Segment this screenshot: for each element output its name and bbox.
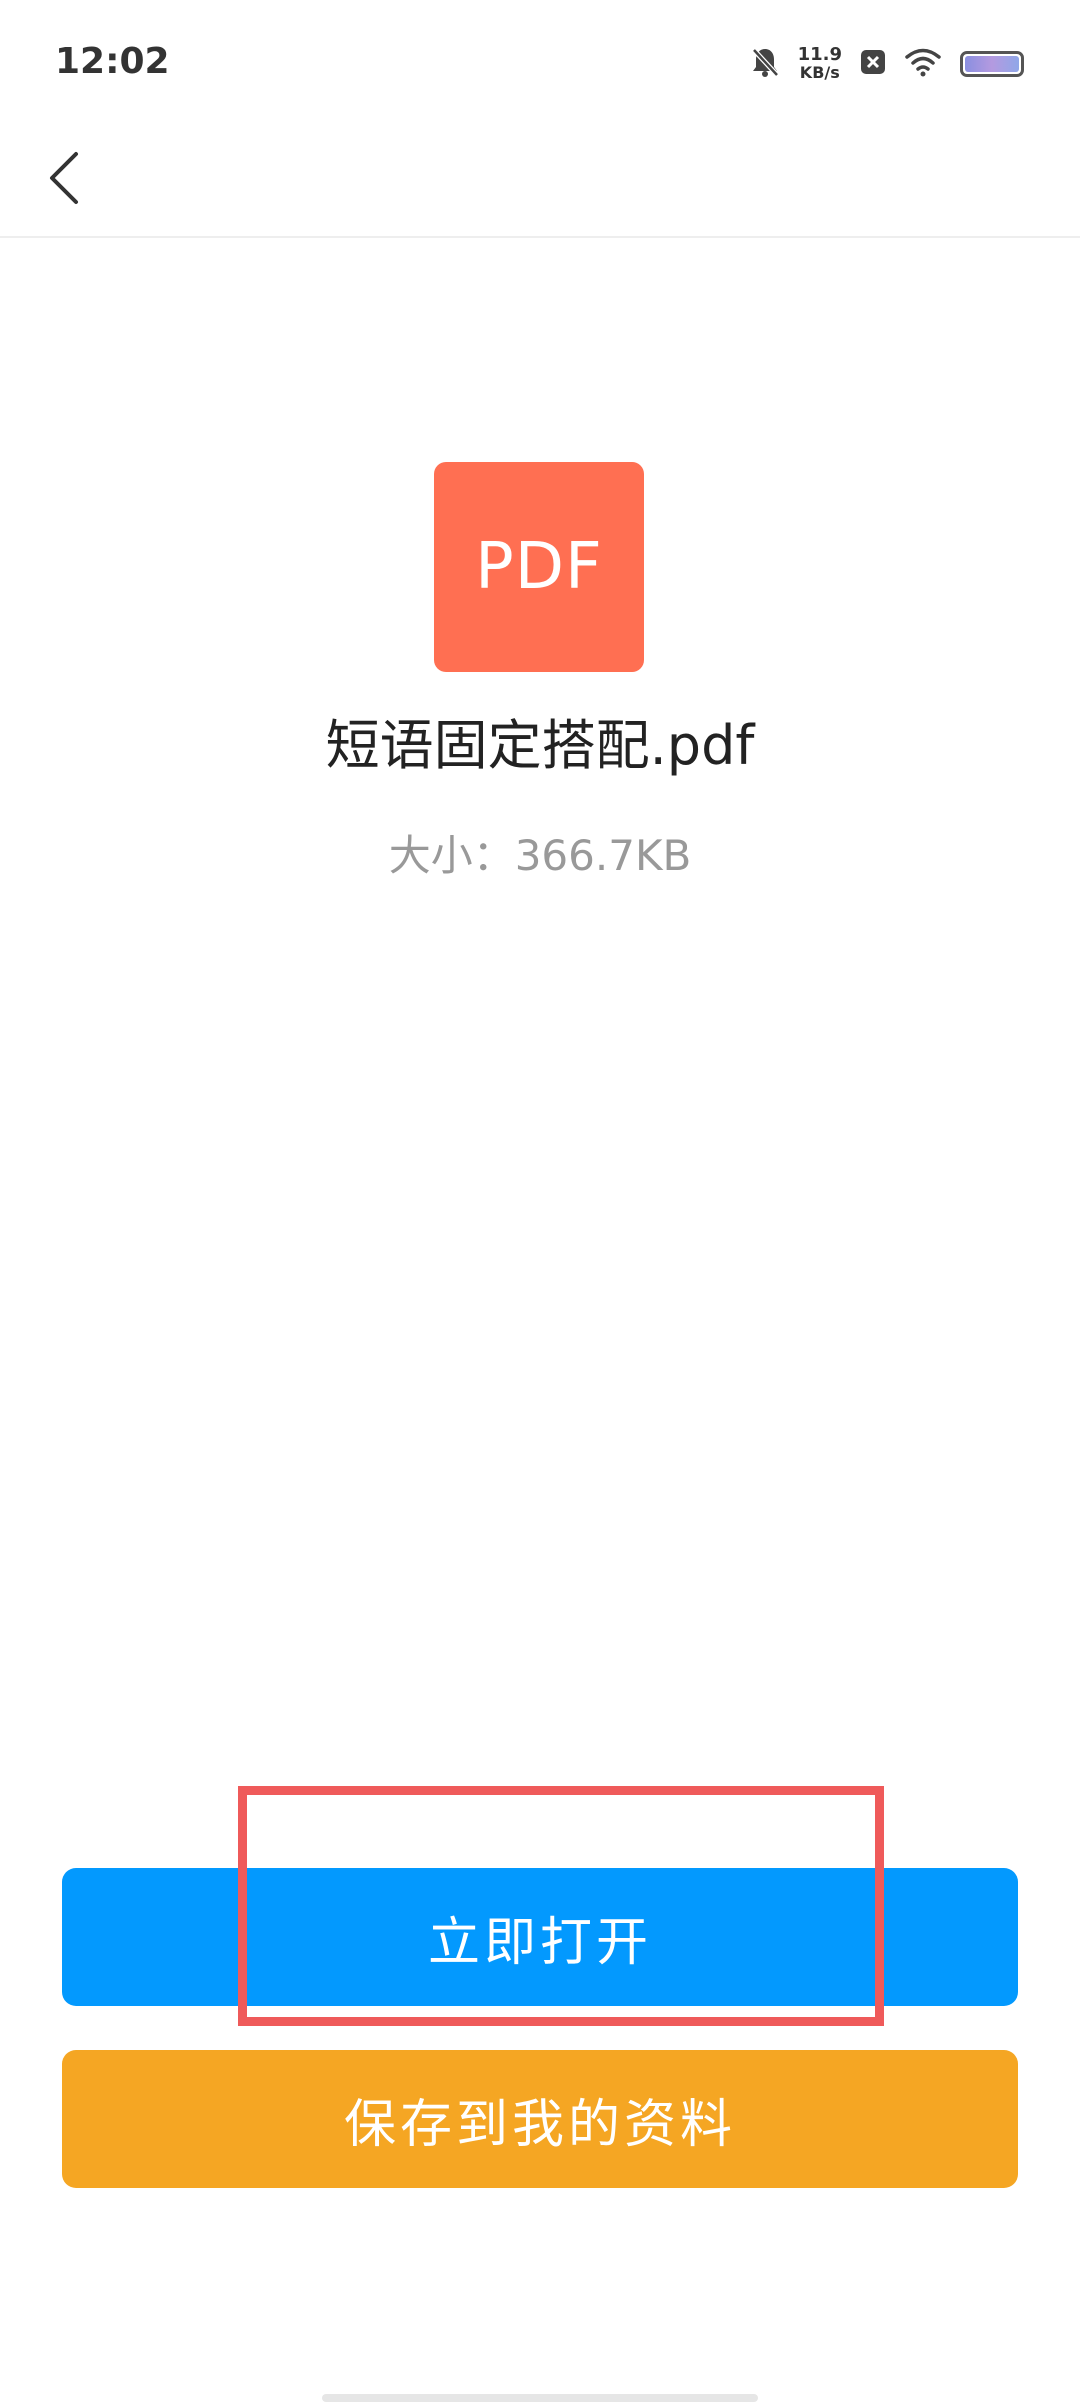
battery-icon (960, 51, 1024, 77)
status-icons: 11.9 KB/s (732, 42, 1024, 86)
pdf-file-icon: PDF (434, 462, 644, 672)
back-button[interactable] (36, 138, 92, 218)
status-time: 12:02 (55, 41, 170, 82)
network-speed-value: 11.9 (797, 44, 842, 65)
bell-muted-icon (750, 46, 780, 82)
file-name: 短语固定搭配.pdf (325, 714, 755, 777)
chevron-left-icon (50, 152, 78, 204)
open-now-button[interactable]: 立即打开 (62, 1868, 1018, 2006)
save-to-my-materials-label: 保存到我的资料 (343, 2094, 736, 2155)
save-to-my-materials-button[interactable]: 保存到我的资料 (62, 2050, 1018, 2188)
file-size: 大小：366.7KB (388, 831, 692, 880)
status-bar: 12:02 11.9 KB/s (0, 0, 1080, 130)
nav-header (0, 130, 1080, 238)
wifi-icon (904, 47, 942, 81)
network-speed: 11.9 KB/s (798, 46, 842, 82)
battery-level (965, 56, 1019, 72)
home-indicator[interactable] (322, 2394, 758, 2402)
file-type-label: PDF (475, 530, 603, 604)
network-speed-unit: KB/s (799, 63, 840, 82)
close-badge-icon (860, 49, 886, 79)
open-now-label: 立即打开 (427, 1912, 652, 1973)
